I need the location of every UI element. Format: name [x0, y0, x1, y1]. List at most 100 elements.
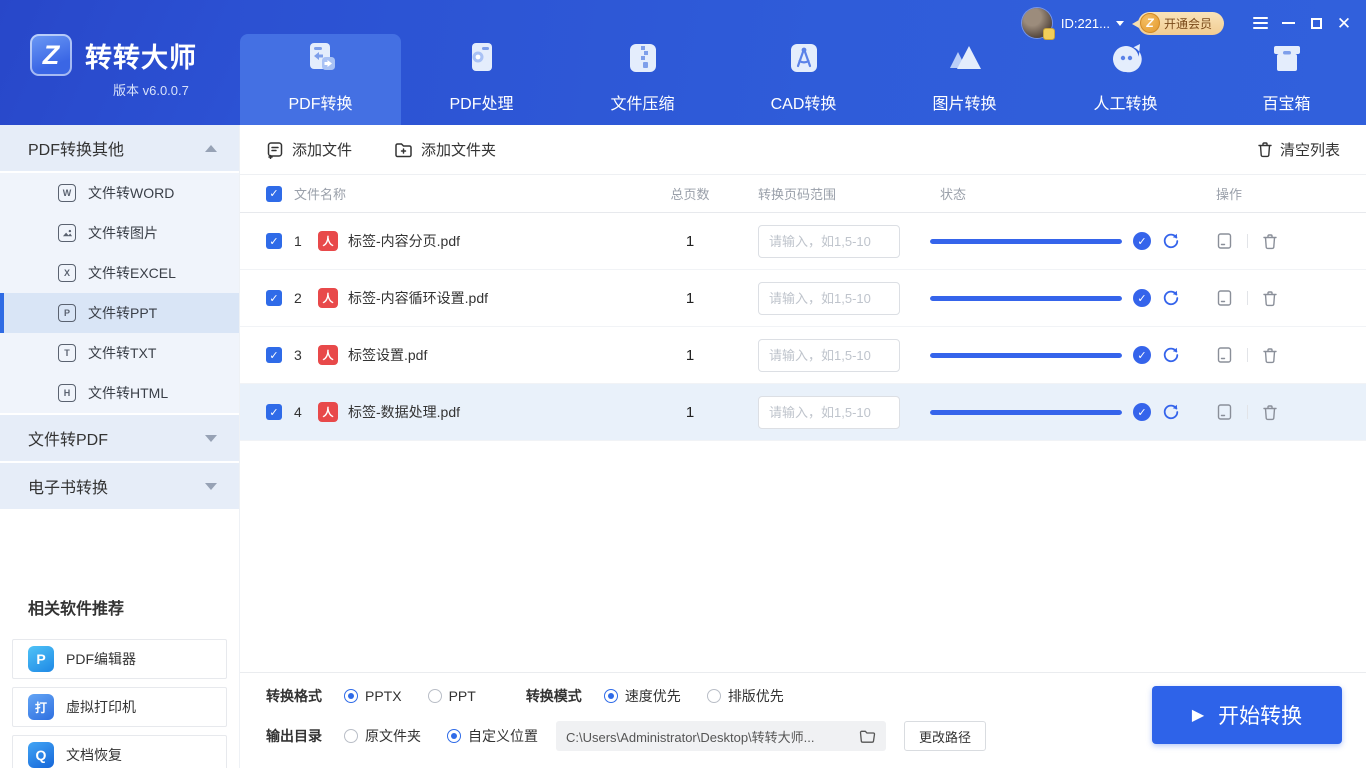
row-checkbox[interactable]: ✓: [266, 290, 282, 306]
pdf-file-icon: 人: [318, 288, 338, 308]
radio-ppt[interactable]: PPT: [428, 688, 476, 704]
excel-doc-icon: X: [58, 264, 76, 282]
chevron-down-icon: [205, 435, 217, 442]
tab-label: CAD转换: [771, 90, 837, 114]
reconvert-icon[interactable]: [1162, 346, 1180, 364]
sidebar-item-file-to-word[interactable]: W 文件转WORD: [0, 173, 239, 213]
open-file-icon[interactable]: [1216, 232, 1233, 250]
add-folder-icon: [394, 141, 413, 159]
row-checkbox[interactable]: ✓: [266, 233, 282, 249]
file-compress-icon: [620, 35, 666, 81]
radio-custom-location[interactable]: 自定义位置: [447, 726, 538, 746]
vip-coin-icon: Z: [1140, 13, 1160, 33]
minimize-button[interactable]: [1274, 9, 1302, 37]
sidebar-item-file-to-html[interactable]: H 文件转HTML: [0, 373, 239, 413]
row-checkbox[interactable]: ✓: [266, 404, 282, 420]
maximize-button[interactable]: [1302, 9, 1330, 37]
recommend-virtual-printer[interactable]: 打 虚拟打印机: [12, 687, 227, 727]
recommend-section: 相关软件推荐 P PDF编辑器 打 虚拟打印机 Q 文档恢复: [12, 577, 227, 768]
open-file-icon[interactable]: [1216, 403, 1233, 421]
sidebar: PDF转换其他 W 文件转WORD 文件转图片 X 文件转EXCEL P: [0, 125, 240, 768]
tab-label: PDF转换: [288, 90, 352, 114]
radio-icon: [707, 689, 721, 703]
pdf-file-icon: 人: [318, 402, 338, 422]
delete-row-icon[interactable]: [1262, 347, 1278, 364]
reconvert-icon[interactable]: [1162, 403, 1180, 421]
row-index: 3: [294, 347, 308, 363]
add-folder-button[interactable]: 添加文件夹: [394, 139, 496, 160]
chevron-up-icon: [205, 145, 217, 152]
delete-row-icon[interactable]: [1262, 290, 1278, 307]
col-file-name: 文件名称: [294, 184, 346, 203]
row-checkbox[interactable]: ✓: [266, 347, 282, 363]
virtual-printer-icon: 打: [28, 694, 54, 720]
mode-label: 转换模式: [526, 686, 582, 706]
recommend-doc-recover[interactable]: Q 文档恢复: [12, 735, 227, 768]
radio-icon: [344, 689, 358, 703]
recommend-pdf-editor[interactable]: P PDF编辑器: [12, 639, 227, 679]
pdf-file-icon: 人: [318, 231, 338, 251]
start-convert-button[interactable]: ▶ 开始转换: [1152, 686, 1342, 744]
tab-pdf-convert[interactable]: PDF转换: [240, 34, 401, 125]
open-file-icon[interactable]: [1216, 289, 1233, 307]
html-doc-icon: H: [58, 384, 76, 402]
vip-upgrade-button[interactable]: Z 开通会员: [1138, 12, 1224, 35]
delete-row-icon[interactable]: [1262, 404, 1278, 421]
user-avatar[interactable]: [1022, 8, 1052, 38]
divider: [1247, 348, 1248, 362]
table-row: ✓ 4 人 标签-数据处理.pdf 1 ✓: [240, 384, 1366, 441]
radio-layout-first[interactable]: 排版优先: [707, 686, 784, 706]
table-header: ✓ 文件名称 总页数 转换页码范围 状态 操作: [240, 175, 1366, 213]
sidebar-item-file-to-ppt[interactable]: P 文件转PPT: [0, 293, 239, 333]
page-range-input[interactable]: [758, 282, 900, 315]
pdf-editor-icon: P: [28, 646, 54, 672]
close-button[interactable]: ✕: [1330, 9, 1358, 37]
image-convert-icon: [942, 35, 988, 81]
app-title: 转转大师: [85, 36, 197, 75]
sidebar-item-file-to-excel[interactable]: X 文件转EXCEL: [0, 253, 239, 293]
chevron-down-icon[interactable]: [1116, 21, 1124, 26]
close-icon: ✕: [1337, 15, 1351, 32]
sidebar-group-file-to-pdf[interactable]: 文件转PDF: [0, 415, 239, 463]
add-file-button[interactable]: 添加文件: [266, 139, 352, 160]
tab-image-convert[interactable]: 图片转换: [884, 0, 1045, 125]
format-label: 转换格式: [266, 686, 322, 706]
ppt-doc-icon: P: [58, 304, 76, 322]
tab-pdf-process[interactable]: PDF处理: [401, 0, 562, 125]
image-doc-icon: [58, 224, 76, 242]
topbar: Z 转转大师 版本 v6.0.0.7 PDF转换 PDF处理: [0, 0, 1366, 125]
sidebar-group-ebook-convert[interactable]: 电子书转换: [0, 463, 239, 511]
user-id[interactable]: ID:221...: [1061, 16, 1110, 31]
sidebar-item-file-to-image[interactable]: 文件转图片: [0, 213, 239, 253]
page-range-input[interactable]: [758, 339, 900, 372]
radio-pptx[interactable]: PPTX: [344, 688, 402, 704]
tab-file-compress[interactable]: 文件压缩: [562, 0, 723, 125]
change-path-button[interactable]: 更改路径: [904, 721, 986, 751]
output-path-value: C:\Users\Administrator\Desktop\转转大师...: [566, 727, 851, 746]
output-path-field[interactable]: C:\Users\Administrator\Desktop\转转大师...: [556, 721, 886, 751]
sidebar-group-pdf-convert-other[interactable]: PDF转换其他: [0, 125, 239, 173]
sidebar-item-file-to-txt[interactable]: T 文件转TXT: [0, 333, 239, 373]
file-name: 标签-数据处理.pdf: [348, 402, 460, 422]
page-range-input[interactable]: [758, 396, 900, 429]
app-version: 版本 v6.0.0.7: [113, 80, 189, 99]
tab-label: PDF处理: [449, 90, 513, 114]
radio-source-folder[interactable]: 原文件夹: [344, 726, 421, 746]
reconvert-icon[interactable]: [1162, 232, 1180, 250]
radio-speed-first[interactable]: 速度优先: [604, 686, 681, 706]
menu-button[interactable]: [1246, 9, 1274, 37]
col-status: 状态: [930, 184, 1180, 203]
delete-row-icon[interactable]: [1262, 233, 1278, 250]
select-all-checkbox[interactable]: ✓: [266, 186, 282, 202]
browse-folder-icon[interactable]: [859, 729, 876, 744]
open-file-icon[interactable]: [1216, 346, 1233, 364]
reconvert-icon[interactable]: [1162, 289, 1180, 307]
txt-doc-icon: T: [58, 344, 76, 362]
page-range-input[interactable]: [758, 225, 900, 258]
clear-list-button[interactable]: 清空列表: [1257, 139, 1340, 160]
success-check-icon: ✓: [1133, 232, 1151, 250]
progress-bar: [930, 353, 1122, 358]
table-row: ✓ 3 人 标签设置.pdf 1 ✓: [240, 327, 1366, 384]
tab-cad-convert[interactable]: CAD转换: [723, 0, 884, 125]
col-page-range: 转换页码范围: [740, 184, 930, 203]
